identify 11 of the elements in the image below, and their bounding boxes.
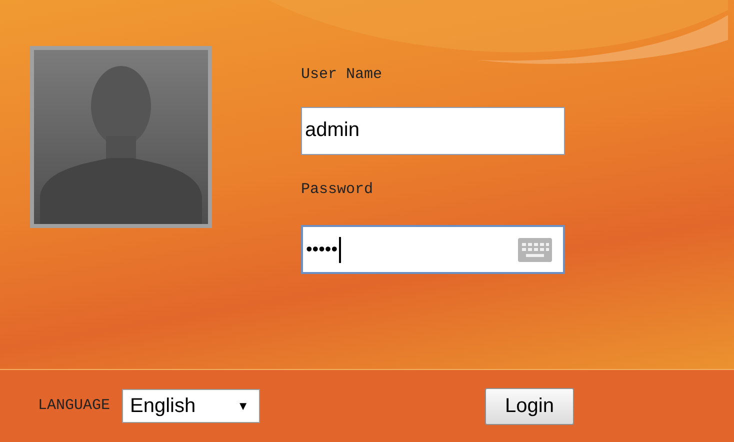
language-select[interactable]: English ▼: [122, 389, 260, 423]
password-field[interactable]: •••••: [301, 225, 565, 274]
input-field[interactable]: admin: [301, 106, 565, 154]
dropdown-arrow: ▼: [237, 398, 250, 415]
keyboard-icon[interactable]: [518, 238, 552, 262]
avatar-icon: [30, 46, 212, 228]
login-button[interactable]: Login: [485, 388, 574, 424]
text-cursor: [338, 236, 341, 262]
field-label: User Name: [301, 65, 384, 85]
field-label: Password: [301, 180, 374, 200]
language-label: LANGUAGE: [38, 396, 110, 416]
